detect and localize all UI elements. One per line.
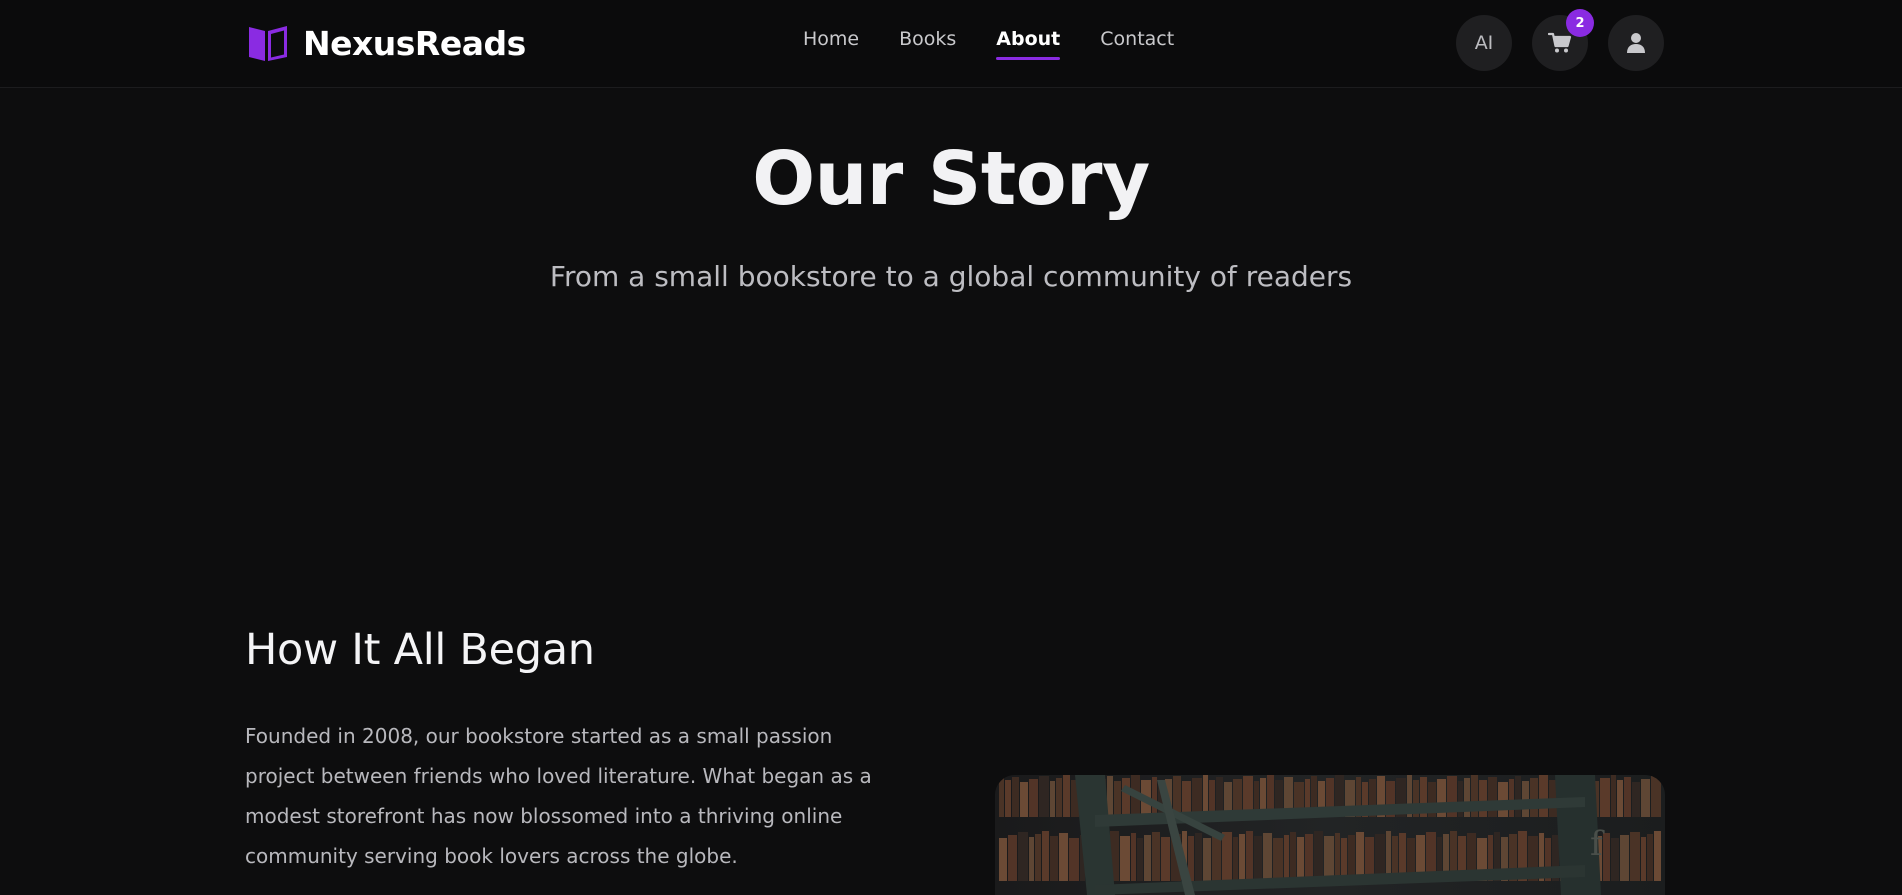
navbar: NexusReads Home Books About Contact AI 2 xyxy=(0,0,1902,88)
nav-link-about[interactable]: About xyxy=(996,28,1060,60)
nav-actions: AI 2 xyxy=(1456,9,1664,71)
nav-link-books[interactable]: Books xyxy=(899,28,956,60)
story-heading: How It All Began xyxy=(245,625,595,675)
ai-button-label: AI xyxy=(1474,32,1494,54)
brand-link[interactable]: NexusReads xyxy=(247,22,526,64)
hero-section: Our Story From a small bookstore to a gl… xyxy=(0,89,1902,293)
story-section: How It All Began Founded in 2008, our bo… xyxy=(245,624,905,876)
profile-button[interactable] xyxy=(1608,15,1664,71)
page-subtitle: From a small bookstore to a global commu… xyxy=(549,260,1353,294)
nav-link-contact[interactable]: Contact xyxy=(1100,28,1174,60)
main-nav: Home Books About Contact xyxy=(803,28,1174,60)
story-paragraph: Founded in 2008, our bookstore started a… xyxy=(245,724,872,868)
cart-icon xyxy=(1548,32,1572,53)
ai-button[interactable]: AI xyxy=(1456,15,1512,71)
nav-link-home[interactable]: Home xyxy=(803,28,859,60)
library-bookshelves-photo: f xyxy=(995,775,1665,895)
cart-button[interactable]: 2 xyxy=(1532,9,1594,71)
page-title: Our Story xyxy=(752,136,1150,222)
cart-count-badge: 2 xyxy=(1566,9,1594,37)
brand-name: NexusReads xyxy=(303,23,526,63)
open-book-icon xyxy=(249,26,287,61)
user-icon xyxy=(1627,33,1645,53)
